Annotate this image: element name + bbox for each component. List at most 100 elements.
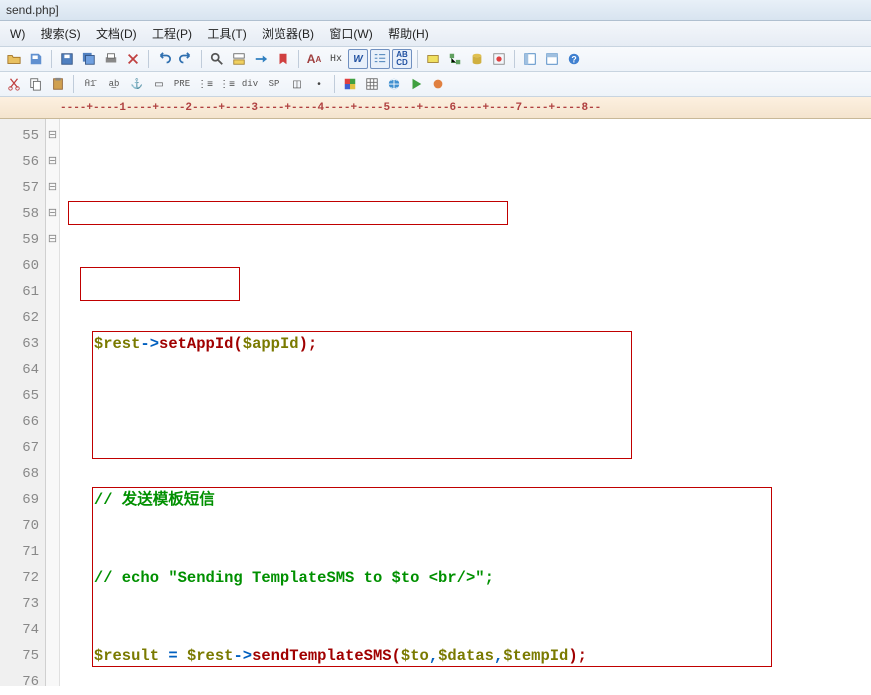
separator bbox=[417, 50, 418, 68]
frame-icon[interactable]: ▭ bbox=[149, 74, 169, 94]
code-line bbox=[66, 409, 871, 435]
debug-icon[interactable] bbox=[428, 74, 448, 94]
line-number: 61 bbox=[0, 279, 39, 305]
find-icon[interactable] bbox=[207, 49, 227, 69]
line-number: 60 bbox=[0, 253, 39, 279]
delete-icon[interactable] bbox=[123, 49, 143, 69]
line-number: 66 bbox=[0, 409, 39, 435]
color-icon[interactable] bbox=[340, 74, 360, 94]
bookmark-icon[interactable] bbox=[273, 49, 293, 69]
code-line: $result = $rest->sendTemplateSMS($to,$da… bbox=[66, 643, 871, 669]
menu-window[interactable]: 窗口(W) bbox=[323, 23, 378, 44]
line-number: 55 bbox=[0, 123, 39, 149]
div-icon[interactable]: div bbox=[239, 74, 261, 94]
line-number: 63 bbox=[0, 331, 39, 357]
menu-help[interactable]: 帮助(H) bbox=[382, 23, 435, 44]
line-number: 64 bbox=[0, 357, 39, 383]
title-bar: send.php] bbox=[0, 0, 871, 21]
browser-icon[interactable] bbox=[384, 74, 404, 94]
hex-icon[interactable]: Hx bbox=[326, 49, 346, 69]
export-icon[interactable] bbox=[26, 49, 46, 69]
underline-icon[interactable]: a͟b bbox=[103, 74, 125, 94]
list-ol-icon[interactable]: ⋮≡ bbox=[195, 74, 215, 94]
print-icon[interactable] bbox=[101, 49, 121, 69]
line-number: 65 bbox=[0, 383, 39, 409]
layout2-icon[interactable] bbox=[542, 49, 562, 69]
line-number: 72 bbox=[0, 565, 39, 591]
highlight-box bbox=[68, 201, 508, 225]
code-line: // echo "Sending TemplateSMS to $to <br/… bbox=[66, 565, 871, 591]
line-number: 67 bbox=[0, 435, 39, 461]
sp-icon[interactable]: SP bbox=[263, 74, 285, 94]
open-icon[interactable] bbox=[4, 49, 24, 69]
line-number: 76 bbox=[0, 669, 39, 695]
toggle-icon[interactable] bbox=[423, 49, 443, 69]
line-number: 74 bbox=[0, 617, 39, 643]
heading-icon[interactable]: H̄1̄ bbox=[79, 74, 101, 94]
undo-icon[interactable] bbox=[154, 49, 174, 69]
fold-mark[interactable]: ⊟ bbox=[46, 201, 59, 227]
menu-search[interactable]: 搜索(S) bbox=[35, 23, 87, 44]
line-number: 70 bbox=[0, 513, 39, 539]
toolbar-1: AA Hx W ABCD ? bbox=[0, 47, 871, 72]
highlight-box bbox=[80, 267, 240, 301]
ruler: ----+----1----+----2----+----3----+----4… bbox=[0, 97, 871, 119]
paste-icon[interactable] bbox=[48, 74, 68, 94]
list-ul-icon[interactable]: ⋮≡ bbox=[217, 74, 237, 94]
copy-icon[interactable] bbox=[26, 74, 46, 94]
anchor-icon[interactable]: ⚓ bbox=[127, 74, 147, 94]
separator bbox=[298, 50, 299, 68]
separator bbox=[73, 75, 74, 93]
menu-bar: W) 搜索(S) 文档(D) 工程(P) 工具(T) 浏览器(B) 窗口(W) … bbox=[0, 21, 871, 47]
chars-icon[interactable]: ABCD bbox=[392, 49, 412, 69]
redo-icon[interactable] bbox=[176, 49, 196, 69]
word-wrap-icon[interactable]: W bbox=[348, 49, 368, 69]
menu-project[interactable]: 工程(P) bbox=[146, 23, 198, 44]
ruler-text: ----+----1----+----2----+----3----+----4… bbox=[60, 102, 601, 114]
separator bbox=[334, 75, 335, 93]
save-icon[interactable] bbox=[57, 49, 77, 69]
layout1-icon[interactable] bbox=[520, 49, 540, 69]
font-icon[interactable]: AA bbox=[304, 49, 324, 69]
menu-document[interactable]: 文档(D) bbox=[90, 23, 143, 44]
menu-prefix[interactable]: W) bbox=[4, 25, 31, 43]
pre-icon[interactable]: PRE bbox=[171, 74, 193, 94]
line-number: 73 bbox=[0, 591, 39, 617]
menu-tools[interactable]: 工具(T) bbox=[201, 23, 252, 44]
line-number: 58 bbox=[0, 201, 39, 227]
separator bbox=[51, 50, 52, 68]
line-number: 69 bbox=[0, 487, 39, 513]
menu-browser[interactable]: 浏览器(B) bbox=[256, 23, 320, 44]
line-number-icon[interactable] bbox=[370, 49, 390, 69]
fold-gutter: ⊟ ⊟ ⊟ ⊟ ⊟ bbox=[46, 119, 60, 686]
tools-icon[interactable] bbox=[489, 49, 509, 69]
save-all-icon[interactable] bbox=[79, 49, 99, 69]
fold-mark[interactable]: ⊟ bbox=[46, 227, 59, 253]
svg-text:?: ? bbox=[571, 55, 576, 65]
fold-mark[interactable]: ⊟ bbox=[46, 149, 59, 175]
code-line: $rest->setAppId($appId); bbox=[66, 331, 871, 357]
help-icon[interactable]: ? bbox=[564, 49, 584, 69]
line-number: 68 bbox=[0, 461, 39, 487]
fold-mark[interactable]: ⊟ bbox=[46, 123, 59, 149]
goto-icon[interactable] bbox=[251, 49, 271, 69]
run-icon[interactable] bbox=[406, 74, 426, 94]
line-number: 57 bbox=[0, 175, 39, 201]
nbsp-icon[interactable]: • bbox=[309, 74, 329, 94]
code-area[interactable]: $rest->setAppId($appId); // 发送模板短信 // ec… bbox=[60, 119, 871, 686]
toolbar-2: H̄1̄ a͟b ⚓ ▭ PRE ⋮≡ ⋮≡ div SP ◫ • bbox=[0, 72, 871, 97]
title-text: send.php] bbox=[6, 3, 59, 17]
code-line: // 发送模板短信 bbox=[66, 487, 871, 513]
fold-mark[interactable]: ⊟ bbox=[46, 175, 59, 201]
cut-icon[interactable] bbox=[4, 74, 24, 94]
editor: 55 56 57 58 59 60 61 62 63 64 65 66 67 6… bbox=[0, 119, 871, 686]
line-number: 71 bbox=[0, 539, 39, 565]
separator bbox=[201, 50, 202, 68]
all-icon[interactable]: ◫ bbox=[287, 74, 307, 94]
tree-icon[interactable] bbox=[445, 49, 465, 69]
replace-icon[interactable] bbox=[229, 49, 249, 69]
db-icon[interactable] bbox=[467, 49, 487, 69]
line-number: 75 bbox=[0, 643, 39, 669]
table-icon[interactable] bbox=[362, 74, 382, 94]
line-number: 56 bbox=[0, 149, 39, 175]
